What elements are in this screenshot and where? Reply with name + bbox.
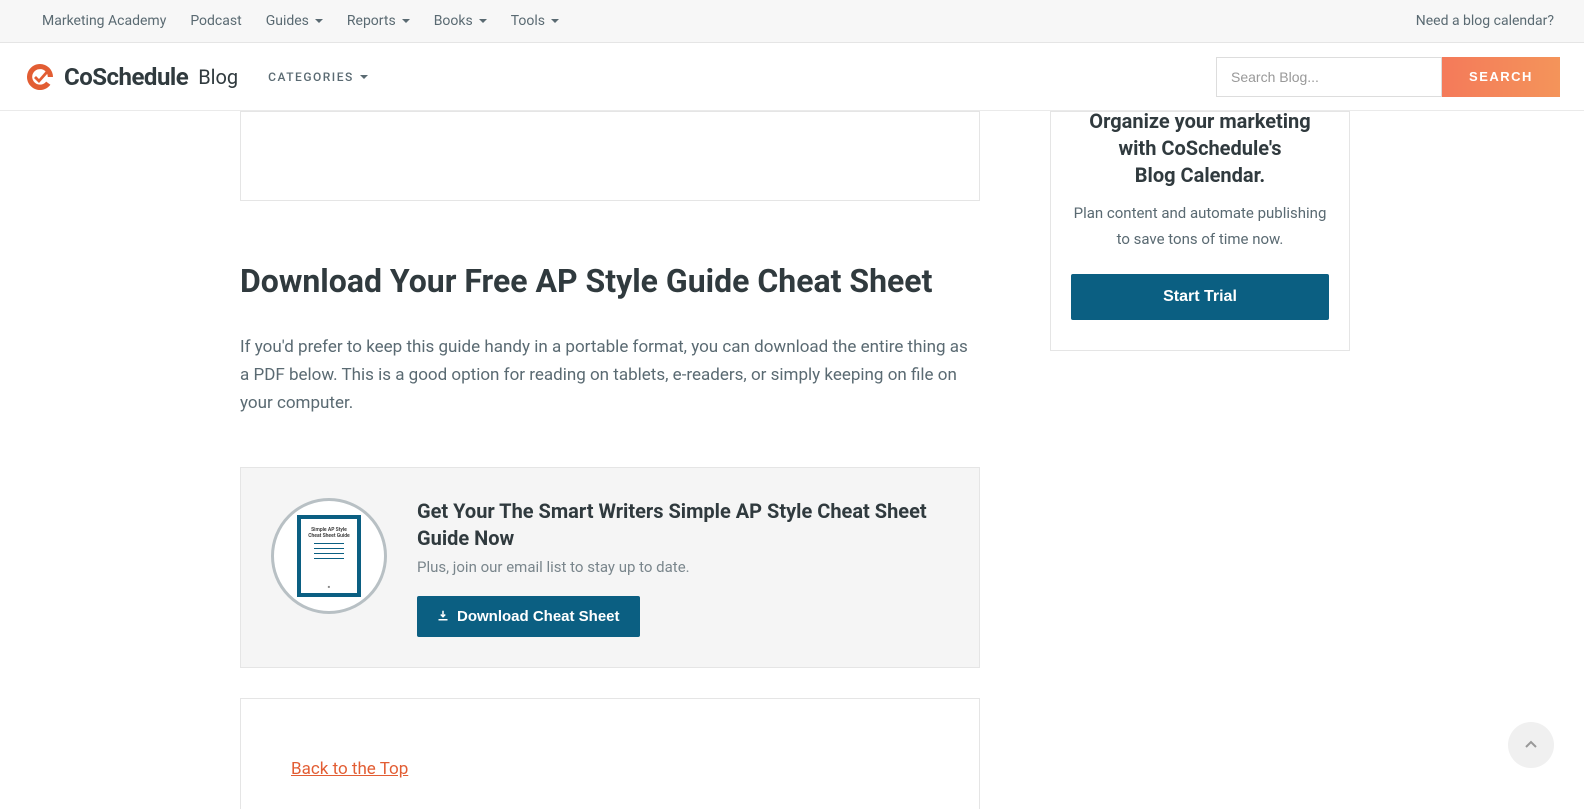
chevron-up-icon (1523, 737, 1539, 753)
download-button[interactable]: Download Cheat Sheet (417, 596, 640, 637)
categories-label: CATEGORIES (268, 70, 354, 84)
logo-area: CoSchedule Blog CATEGORIES (24, 61, 368, 93)
section-paragraph: If you'd prefer to keep this guide handy… (240, 333, 980, 417)
chevron-down-icon (360, 75, 368, 79)
nav-podcast[interactable]: Podcast (178, 1, 253, 41)
nav-label: Guides (266, 13, 309, 29)
logo-blog-text: Blog (198, 65, 238, 89)
download-info: Get Your The Smart Writers Simple AP Sty… (417, 498, 949, 637)
logo-text: CoSchedule (64, 63, 188, 91)
thumb-line (314, 543, 345, 544)
start-trial-button[interactable]: Start Trial (1071, 274, 1329, 320)
chevron-down-icon (479, 19, 487, 23)
chevron-down-icon (551, 19, 559, 23)
thumb-line (314, 558, 345, 559)
nav-marketing-academy[interactable]: Marketing Academy (30, 1, 178, 41)
download-thumbnail: Simple AP Style Cheat Sheet Guide ■ (271, 498, 387, 614)
download-button-label: Download Cheat Sheet (457, 608, 620, 625)
scroll-to-top-button[interactable] (1508, 722, 1554, 768)
download-subtitle: Plus, join our email list to stay up to … (417, 558, 949, 576)
secondary-nav: CoSchedule Blog CATEGORIES SEARCH (0, 43, 1584, 111)
nav-right-label: Need a blog calendar? (1416, 13, 1554, 29)
search-input[interactable] (1216, 57, 1442, 97)
nav-label: Reports (347, 13, 396, 29)
content-box-partial (240, 111, 980, 201)
chevron-down-icon (402, 19, 410, 23)
download-title: Get Your The Smart Writers Simple AP Sty… (417, 498, 949, 552)
nav-reports[interactable]: Reports (335, 1, 422, 41)
search-area: SEARCH (1216, 57, 1560, 97)
promo-heading-line2: with CoSchedule's (1118, 136, 1281, 160)
nav-label: Tools (511, 13, 545, 29)
search-button[interactable]: SEARCH (1442, 57, 1560, 97)
nav-label: Books (434, 13, 473, 29)
categories-dropdown[interactable]: CATEGORIES (268, 70, 368, 84)
promo-heading: Organize your marketing with CoSchedule'… (1071, 108, 1329, 189)
top-nav-left: Marketing Academy Podcast Guides Reports… (30, 1, 571, 41)
nav-label: Marketing Academy (42, 13, 166, 29)
main-column: Download Your Free AP Style Guide Cheat … (240, 111, 980, 809)
download-icon (437, 610, 449, 622)
promo-heading-line1: Organize your marketing (1089, 109, 1310, 133)
promo-heading-line3: Blog Calendar. (1135, 163, 1265, 187)
document-icon: Simple AP Style Cheat Sheet Guide ■ (297, 515, 361, 597)
top-nav: Marketing Academy Podcast Guides Reports… (0, 0, 1584, 43)
download-card: Simple AP Style Cheat Sheet Guide ■ Get … (240, 467, 980, 668)
section-heading: Download Your Free AP Style Guide Cheat … (240, 261, 980, 303)
thumb-footer: ■ (328, 584, 330, 589)
chevron-down-icon (315, 19, 323, 23)
back-to-top-link[interactable]: Back to the Top (291, 759, 408, 779)
promo-subtitle: Plan content and automate publishing to … (1071, 201, 1329, 252)
logo-link[interactable]: CoSchedule Blog (24, 61, 238, 93)
nav-guides[interactable]: Guides (254, 1, 335, 41)
nav-blog-calendar-link[interactable]: Need a blog calendar? (1416, 13, 1554, 29)
thumb-line (314, 548, 345, 549)
back-link-box: Back to the Top (240, 698, 980, 809)
content-wrap: Download Your Free AP Style Guide Cheat … (22, 111, 1562, 809)
coschedule-logo-icon (24, 61, 56, 93)
nav-books[interactable]: Books (422, 1, 499, 41)
promo-card: Organize your marketing with CoSchedule'… (1050, 111, 1350, 351)
sidebar-column: Organize your marketing with CoSchedule'… (1050, 111, 1350, 809)
nav-label: Podcast (190, 13, 241, 29)
thumb-line (314, 553, 345, 554)
nav-tools[interactable]: Tools (499, 1, 571, 41)
thumb-title: Simple AP Style Cheat Sheet Guide (307, 527, 351, 539)
